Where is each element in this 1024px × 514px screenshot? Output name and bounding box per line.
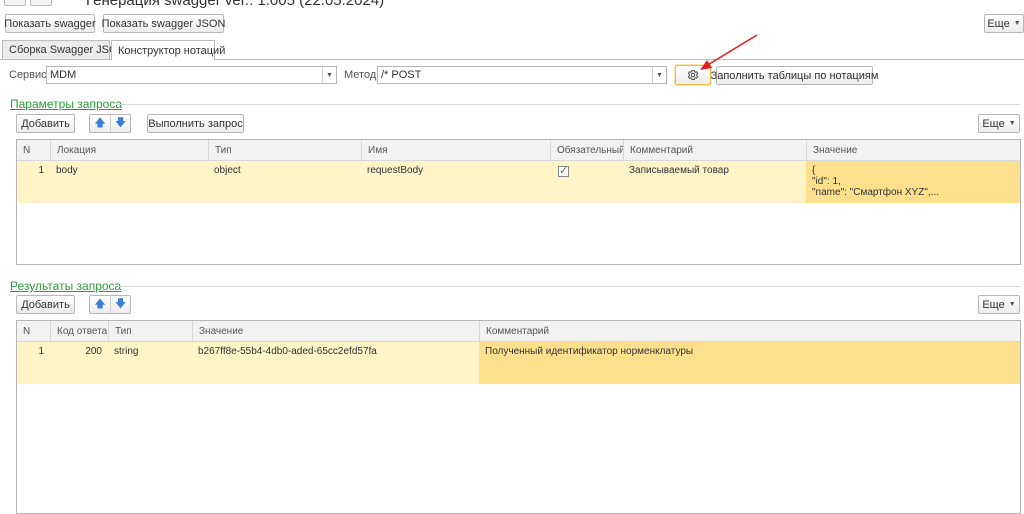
row-location: body bbox=[56, 165, 78, 176]
toolbar-more-button[interactable]: Еще ▼ bbox=[984, 14, 1024, 33]
chevron-down-icon: ▼ bbox=[1013, 20, 1021, 27]
results-table-header: N Код ответа Тип Значение Комментарий bbox=[17, 321, 1020, 342]
window-title-bar: Генерация swagger ver.: 1.005 (22.05.202… bbox=[0, 0, 1024, 8]
checkmark-icon: ✓ bbox=[559, 165, 569, 177]
arrow-down-icon[interactable]: 🡇 bbox=[110, 296, 130, 313]
table-row[interactable]: 1 200 string b267ff8e-55b4-4db0-aded-65c… bbox=[17, 342, 1020, 384]
more-label: Еще bbox=[982, 298, 1005, 311]
row-n: 1 bbox=[38, 346, 44, 357]
annotation-arrow-icon bbox=[700, 34, 758, 70]
col-type[interactable]: Тип bbox=[208, 140, 361, 161]
method-value: /* POST bbox=[381, 69, 422, 81]
results-add-button[interactable]: Добавить bbox=[16, 295, 75, 314]
row-required-checkbox[interactable]: ✓ bbox=[558, 166, 569, 177]
service-value: MDM bbox=[50, 69, 77, 81]
col-name[interactable]: Имя bbox=[361, 140, 550, 161]
more-label: Еще bbox=[982, 117, 1005, 130]
col-required[interactable]: Обязательный bbox=[550, 140, 625, 161]
params-section-divider bbox=[116, 104, 1020, 105]
params-add-button[interactable]: Добавить bbox=[16, 114, 75, 133]
col-value[interactable]: Значение bbox=[806, 140, 1020, 161]
service-label: Сервис: bbox=[9, 69, 50, 81]
row-comment[interactable]: Полученный идентификатор норменклатуры bbox=[479, 342, 1020, 384]
results-more-button[interactable]: Еще ▼ bbox=[978, 295, 1020, 314]
col-location[interactable]: Локация bbox=[50, 140, 208, 161]
params-move-buttons: 🡅 🡇 bbox=[89, 114, 131, 133]
execute-request-button[interactable]: Выполнить запрос bbox=[147, 114, 244, 133]
col-n[interactable]: N bbox=[17, 321, 50, 342]
window-title: Генерация swagger ver.: 1.005 (22.05.202… bbox=[86, 0, 384, 8]
tab-swagger-json[interactable]: Сборка Swagger JSON bbox=[2, 40, 126, 59]
chevron-down-icon[interactable]: ▼ bbox=[652, 67, 666, 83]
col-comment[interactable]: Комментарий bbox=[623, 140, 806, 161]
params-table-header: N Локация Тип Имя Обязательный Комментар… bbox=[17, 140, 1020, 161]
row-value[interactable]: { "id": 1, "name": "Смартфон XYZ",... bbox=[806, 161, 1020, 203]
params-table[interactable]: N Локация Тип Имя Обязательный Комментар… bbox=[16, 139, 1021, 265]
col-type[interactable]: Тип bbox=[108, 321, 192, 342]
results-table[interactable]: N Код ответа Тип Значение Комментарий 1 … bbox=[16, 320, 1021, 514]
show-swagger-json-button[interactable]: Показать swagger JSON bbox=[102, 14, 225, 33]
params-more-button[interactable]: Еще ▼ bbox=[978, 114, 1020, 133]
row-value: b267ff8e-55b4-4db0-aded-65cc2efd57fa bbox=[198, 346, 377, 357]
row-response-code: 200 bbox=[85, 346, 102, 357]
chevron-down-icon[interactable]: ▼ bbox=[322, 67, 336, 83]
results-section-divider bbox=[118, 286, 1020, 287]
col-response-code[interactable]: Код ответа bbox=[50, 321, 108, 342]
col-n[interactable]: N bbox=[17, 140, 50, 161]
table-row[interactable]: 1 body object requestBody ✓ Записываемый… bbox=[17, 161, 1020, 203]
method-label: Метод: bbox=[344, 69, 380, 81]
forward-button[interactable] bbox=[30, 0, 52, 6]
arrow-up-icon[interactable]: 🡅 bbox=[90, 115, 110, 132]
more-label: Еще bbox=[987, 17, 1010, 30]
arrow-down-icon[interactable]: 🡇 bbox=[110, 115, 130, 132]
row-type: object bbox=[214, 165, 241, 176]
row-n: 1 bbox=[38, 165, 44, 176]
arrow-up-icon[interactable]: 🡅 bbox=[90, 296, 110, 313]
results-section-title[interactable]: Результаты запроса bbox=[10, 279, 121, 293]
service-select[interactable]: MDM ▼ bbox=[46, 66, 337, 84]
results-move-buttons: 🡅 🡇 bbox=[89, 295, 131, 314]
back-button[interactable] bbox=[4, 0, 26, 6]
col-comment[interactable]: Комментарий bbox=[479, 321, 1020, 342]
method-select[interactable]: /* POST ▼ bbox=[377, 66, 667, 84]
show-swagger-button[interactable]: Показать swagger bbox=[4, 14, 96, 33]
tab-notation-constructor[interactable]: Конструктор нотаций bbox=[111, 40, 225, 60]
row-comment: Записываемый товар bbox=[629, 165, 729, 176]
row-name: requestBody bbox=[367, 165, 424, 176]
chevron-down-icon: ▼ bbox=[1008, 301, 1016, 308]
col-value[interactable]: Значение bbox=[192, 321, 479, 342]
params-section-title[interactable]: Параметры запроса bbox=[10, 97, 122, 111]
chevron-down-icon: ▼ bbox=[1008, 120, 1016, 127]
row-type: string bbox=[114, 346, 139, 357]
